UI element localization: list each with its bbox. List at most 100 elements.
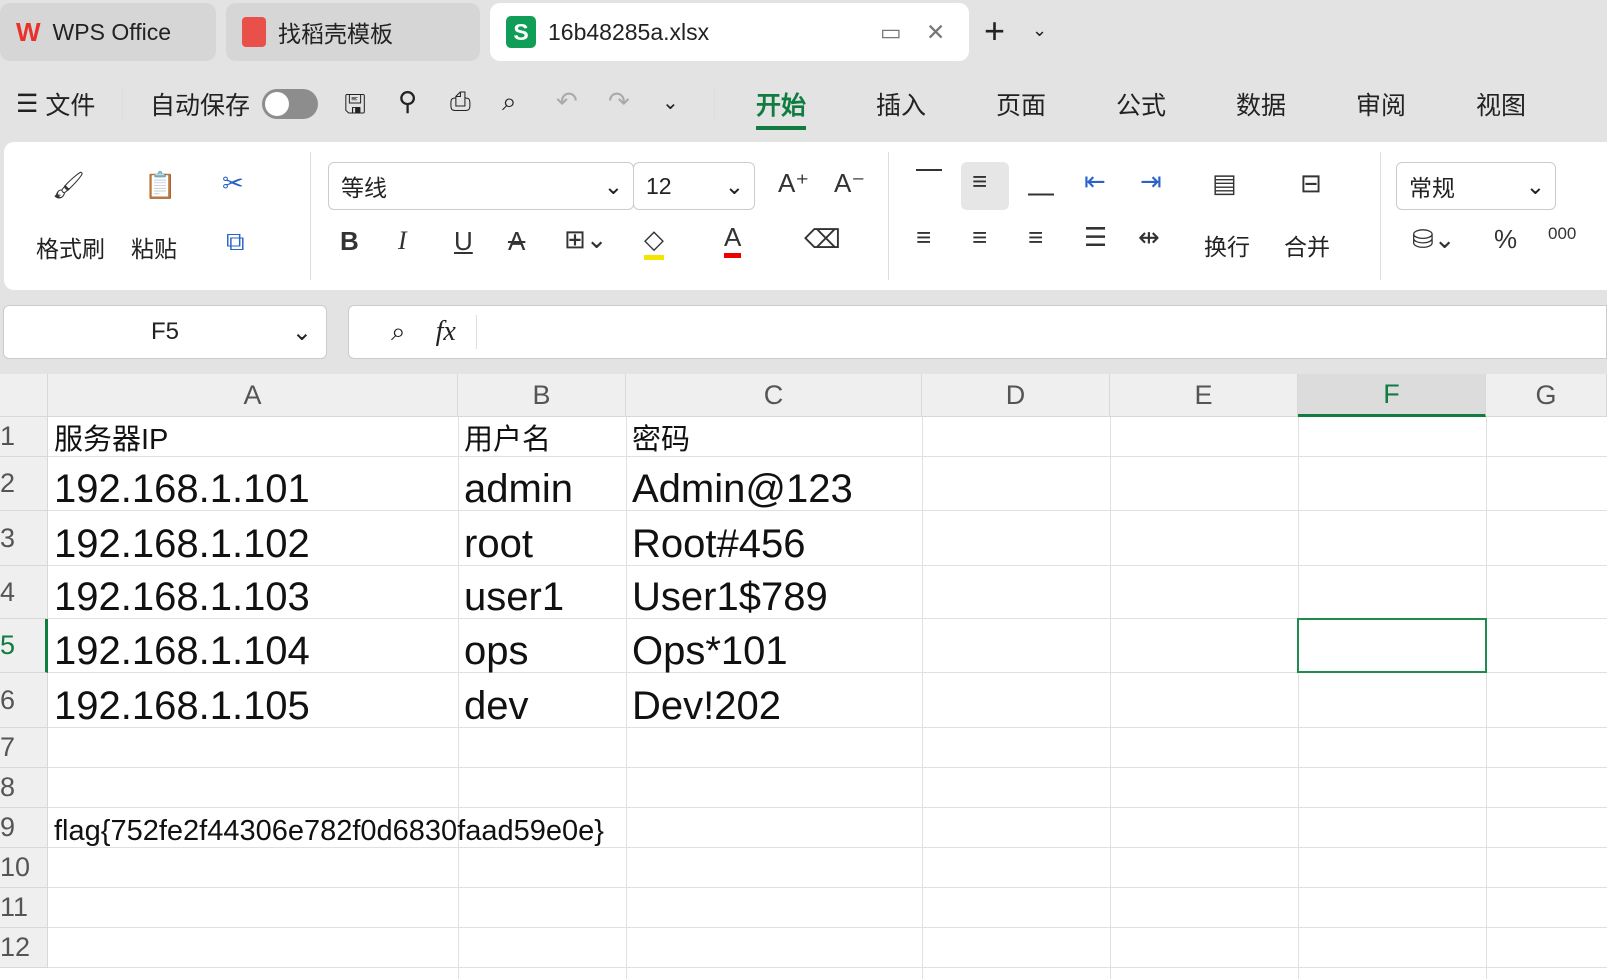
strikethrough-icon[interactable]: A (508, 226, 525, 257)
select-all-corner[interactable] (0, 374, 48, 417)
distribute-icon[interactable]: ⇹ (1138, 222, 1160, 253)
indent-increase-icon[interactable]: ⇥ (1140, 166, 1162, 197)
font-color-icon[interactable]: A (724, 222, 742, 258)
row-header-6[interactable]: 6 (0, 673, 48, 728)
cut-icon[interactable]: ✂ (222, 168, 244, 199)
formula-input[interactable]: ⌕ fx (348, 305, 1607, 359)
column-header-c[interactable]: C (626, 374, 922, 417)
cell-C4[interactable]: User1$789 (626, 566, 922, 617)
cell-C6[interactable]: Dev!202 (626, 673, 922, 726)
cell-C3[interactable]: Root#456 (626, 511, 922, 564)
close-icon[interactable]: ✕ (926, 19, 945, 46)
cell-A9[interactable]: flag{752fe2f44306e782f0d6830faad59e0e} (48, 808, 604, 846)
align-middle-icon[interactable]: ≡ (972, 166, 987, 197)
align-center-icon[interactable]: ≡ (972, 222, 987, 253)
menu-tab[interactable]: 审阅 (1356, 86, 1406, 122)
column-header-b[interactable]: B (458, 374, 626, 417)
merge-button[interactable]: 合并 (1284, 228, 1330, 262)
zoom-icon[interactable]: ⌕ (391, 316, 406, 348)
underline-button[interactable]: U (454, 226, 473, 257)
fx-button[interactable]: fx (436, 316, 456, 348)
wrap-button[interactable]: 换行 (1204, 228, 1250, 262)
paste-button[interactable]: 粘贴 (131, 230, 177, 264)
redo-icon[interactable]: ↷ (608, 86, 630, 117)
row-header-9[interactable]: 9 (0, 808, 48, 848)
fill-color-icon[interactable]: ◇ (644, 224, 664, 260)
row-header-5[interactable]: 5 (0, 619, 48, 673)
thousands-button[interactable]: 000 (1548, 224, 1576, 244)
cell-C2[interactable]: Admin@123 (626, 457, 922, 509)
chevron-down-icon[interactable]: ⌄ (1032, 20, 1047, 41)
wrap-icon[interactable]: ▤ (1212, 168, 1237, 199)
font-size-select[interactable]: 12 ⌄ (633, 162, 755, 210)
print-preview-icon[interactable]: ⌕ (502, 86, 517, 118)
more-icon[interactable]: ⌄ (662, 90, 679, 115)
menu-tab[interactable]: 插入 (876, 86, 926, 122)
autosave-toggle[interactable] (262, 89, 319, 119)
column-header-f[interactable]: F (1298, 374, 1486, 417)
column-header-g[interactable]: G (1486, 374, 1607, 417)
merge-icon[interactable]: ⊟ (1300, 168, 1322, 199)
file-menu[interactable]: ☰ 文件 (16, 86, 95, 122)
cell-A6[interactable]: 192.168.1.105 (48, 673, 458, 726)
cell-A5[interactable]: 192.168.1.104 (48, 619, 458, 671)
cell-B3[interactable]: root (458, 511, 626, 564)
tab-wps-office[interactable]: W WPS Office (0, 3, 216, 61)
format-painter-icon[interactable]: 🖌 (52, 170, 85, 201)
menu-tab[interactable]: 数据 (1236, 86, 1286, 122)
row-header-7[interactable]: 7 (0, 728, 48, 768)
export-icon[interactable]: ⚲ (398, 86, 417, 117)
row-header-4[interactable]: 4 (0, 566, 48, 619)
cell-C5[interactable]: Ops*101 (626, 619, 922, 671)
row-header-11[interactable]: 11 (0, 888, 48, 928)
cell-A2[interactable]: 192.168.1.101 (48, 457, 458, 509)
name-box[interactable]: F5 ⌄ (3, 305, 327, 359)
cell-B2[interactable]: admin (458, 457, 626, 509)
cell-C1[interactable]: 密码 (626, 417, 922, 455)
align-right-icon[interactable]: ≡ (1028, 222, 1043, 253)
paste-icon[interactable]: 📋 (144, 170, 176, 201)
indent-decrease-icon[interactable]: ⇤ (1084, 166, 1106, 197)
undo-icon[interactable]: ↶ (556, 86, 578, 117)
tab-docer[interactable]: 找稻壳模板 (226, 3, 480, 61)
cell-B4[interactable]: user1 (458, 566, 626, 617)
percent-button[interactable]: % (1494, 224, 1517, 255)
align-bottom-icon[interactable]: ⎽ (1028, 166, 1054, 198)
copy-icon[interactable]: ⧉ (226, 226, 245, 258)
menu-tab[interactable]: 公式 (1116, 86, 1166, 122)
column-header-a[interactable]: A (48, 374, 458, 417)
clear-icon[interactable]: ⌫ (804, 224, 841, 255)
borders-icon[interactable]: ⊞⌄ (564, 224, 608, 255)
row-header-10[interactable]: 10 (0, 848, 48, 888)
cell-A1[interactable]: 服务器IP (48, 417, 458, 455)
spreadsheet-grid[interactable]: A B C D E F G 1 2 3 4 5 6 7 8 9 10 11 12 服务器IP 用户名 密码 192.168.… (0, 374, 1607, 979)
menu-tab[interactable]: 开始 (756, 86, 807, 130)
row-header-8[interactable]: 8 (0, 768, 48, 808)
row-header-2[interactable]: 2 (0, 457, 48, 511)
tab-spreadsheet[interactable]: S 16b48285a.xlsx ▭ ✕ (490, 3, 969, 61)
selected-cell-f5[interactable] (1297, 618, 1487, 673)
column-header-e[interactable]: E (1110, 374, 1298, 417)
monitor-icon[interactable]: ▭ (880, 19, 902, 46)
cell-B5[interactable]: ops (458, 619, 626, 671)
italic-button[interactable]: I (398, 226, 407, 256)
number-format-select[interactable]: 常规 ⌄ (1396, 162, 1556, 210)
menu-tab[interactable]: 视图 (1476, 86, 1526, 122)
new-tab-icon[interactable]: + (984, 10, 1005, 52)
justify-icon[interactable]: ☰ (1084, 222, 1107, 253)
format-painter-button[interactable]: 格式刷 (36, 230, 105, 264)
row-header-12[interactable]: 12 (0, 928, 48, 968)
font-select[interactable]: 等线 ⌄ (328, 162, 634, 210)
increase-font-icon[interactable]: A⁺ (778, 168, 809, 199)
cell-A4[interactable]: 192.168.1.103 (48, 566, 458, 617)
align-left-icon[interactable]: ≡ (916, 222, 931, 253)
column-header-d[interactable]: D (922, 374, 1110, 417)
row-header-1[interactable]: 1 (0, 417, 48, 457)
row-header-3[interactable]: 3 (0, 511, 48, 566)
cell-B6[interactable]: dev (458, 673, 626, 726)
cell-A3[interactable]: 192.168.1.102 (48, 511, 458, 564)
save-icon[interactable]: 🖫 (344, 86, 366, 130)
decrease-font-icon[interactable]: A⁻ (834, 168, 865, 199)
menu-tab[interactable]: 页面 (996, 86, 1046, 122)
cell-B1[interactable]: 用户名 (458, 417, 626, 455)
